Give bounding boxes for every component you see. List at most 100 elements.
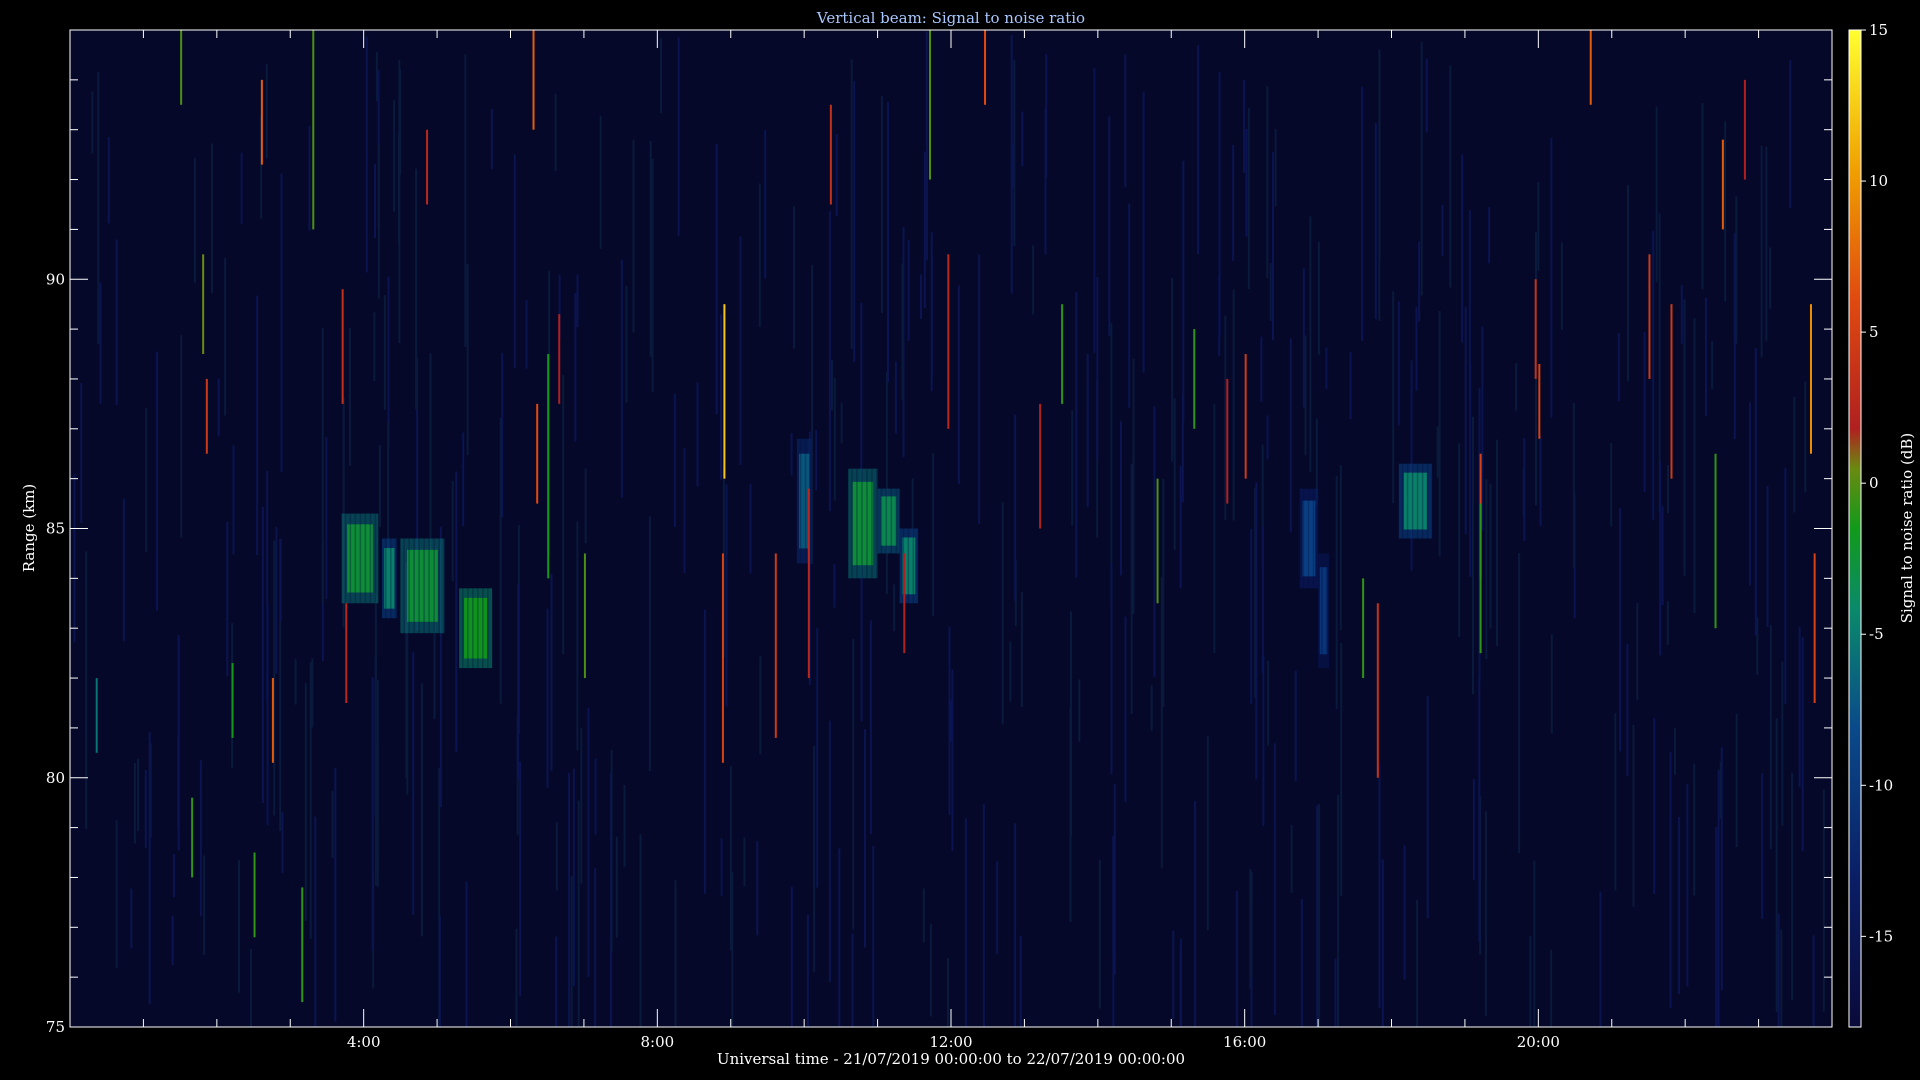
echo-region-gap bbox=[1321, 553, 1323, 669]
x-tick-label: 16:00 bbox=[1223, 1033, 1266, 1051]
snr-streak bbox=[312, 30, 315, 230]
noise-streak bbox=[1626, 643, 1629, 777]
echo-region-gap bbox=[1401, 463, 1404, 539]
noise-streak bbox=[725, 484, 728, 707]
noise-streak bbox=[594, 868, 597, 1027]
noise-streak bbox=[594, 758, 597, 835]
noise-streak bbox=[232, 445, 235, 555]
noise-streak bbox=[1124, 54, 1127, 188]
noise-streak bbox=[1599, 891, 1602, 1027]
echo-region-gap bbox=[1326, 553, 1328, 669]
snr-streak bbox=[301, 887, 304, 1003]
echo-region-gap bbox=[907, 528, 910, 604]
echo-region-gap bbox=[413, 538, 415, 634]
noise-streak bbox=[756, 841, 759, 936]
noise-streak bbox=[193, 157, 196, 283]
snr-streak bbox=[1809, 304, 1812, 454]
noise-streak bbox=[1436, 426, 1439, 478]
noise-streak bbox=[348, 327, 351, 466]
noise-streak bbox=[1469, 363, 1472, 577]
noise-streak bbox=[720, 314, 722, 480]
noise-streak bbox=[1294, 670, 1297, 782]
noise-streak bbox=[1784, 468, 1787, 704]
noise-streak bbox=[1071, 410, 1074, 526]
noise-streak bbox=[1801, 637, 1804, 852]
snr-streak bbox=[1193, 329, 1196, 429]
echo-region-gap bbox=[1302, 488, 1305, 589]
echo-region-core bbox=[852, 481, 874, 566]
snr-streak bbox=[253, 852, 256, 938]
noise-streak bbox=[80, 383, 83, 523]
noise-streak bbox=[1478, 677, 1481, 942]
noise-streak bbox=[1461, 154, 1464, 343]
noise-streak bbox=[1403, 845, 1406, 980]
noise-streak bbox=[331, 790, 334, 858]
noise-streak bbox=[519, 761, 522, 997]
noise-streak bbox=[806, 914, 809, 1027]
snr-streak bbox=[271, 678, 274, 763]
noise-streak bbox=[648, 516, 651, 771]
noise-streak bbox=[1206, 736, 1209, 930]
echo-region bbox=[848, 468, 878, 579]
noise-streak bbox=[145, 408, 148, 552]
echo-region-gap bbox=[428, 538, 430, 634]
colorbar-tick-label: -5 bbox=[1869, 625, 1884, 643]
noise-streak bbox=[1449, 65, 1452, 288]
noise-streak bbox=[525, 300, 528, 369]
noise-streak bbox=[1300, 899, 1303, 1027]
noise-streak bbox=[923, 151, 926, 309]
echo-region-gap bbox=[403, 538, 405, 634]
noise-streak bbox=[1243, 79, 1246, 173]
noise-streak bbox=[831, 360, 833, 411]
noise-streak bbox=[1014, 823, 1017, 1027]
noise-streak bbox=[1247, 107, 1250, 290]
snr-streak bbox=[1813, 553, 1816, 703]
noise-streak bbox=[365, 36, 368, 273]
noise-streak bbox=[515, 928, 518, 1027]
noise-streak bbox=[464, 54, 467, 347]
noise-streak bbox=[1666, 601, 1669, 645]
noise-streak bbox=[1701, 103, 1704, 290]
noise-streak bbox=[1632, 724, 1635, 907]
snr-streak bbox=[721, 553, 724, 763]
noise-streak bbox=[1172, 930, 1175, 1020]
echo-region-gap bbox=[344, 513, 347, 604]
echo-region-gap bbox=[866, 468, 868, 579]
noise-streak bbox=[759, 656, 762, 755]
echo-region-gap bbox=[385, 538, 387, 619]
snr-streak bbox=[180, 30, 183, 105]
echo-region-gap bbox=[408, 538, 410, 634]
noise-streak bbox=[1153, 406, 1156, 677]
noise-streak bbox=[1218, 72, 1221, 337]
noise-streak bbox=[1012, 143, 1015, 188]
noise-streak bbox=[1523, 437, 1526, 541]
y-tick-label: 75 bbox=[46, 1018, 65, 1036]
noise-streak bbox=[265, 63, 268, 159]
x-tick-label: 12:00 bbox=[929, 1033, 972, 1051]
noise-streak bbox=[1812, 935, 1815, 1027]
noise-streak bbox=[574, 292, 577, 442]
noise-streak bbox=[374, 594, 377, 886]
echo-region-gap bbox=[364, 513, 367, 604]
noise-streak bbox=[1318, 804, 1321, 1027]
noise-streak bbox=[374, 164, 376, 238]
noise-streak bbox=[281, 812, 284, 874]
noise-streak bbox=[978, 254, 981, 524]
noise-streak bbox=[466, 263, 469, 456]
echo-region bbox=[1398, 463, 1434, 539]
snr-streak bbox=[1061, 304, 1064, 404]
noise-streak bbox=[311, 658, 314, 728]
noise-streak bbox=[1335, 476, 1338, 709]
noise-streak bbox=[1316, 805, 1319, 1027]
snr-streak bbox=[1538, 363, 1541, 439]
noise-streak bbox=[1769, 625, 1772, 849]
noise-streak bbox=[587, 707, 590, 977]
noise-streak bbox=[1693, 763, 1696, 896]
noise-streak bbox=[947, 958, 949, 1027]
noise-streak bbox=[1550, 634, 1553, 734]
noise-streak bbox=[1325, 347, 1328, 389]
noise-streak bbox=[649, 140, 652, 357]
noise-streak bbox=[864, 729, 866, 948]
noise-streak bbox=[261, 506, 264, 804]
noise-streak bbox=[377, 144, 380, 299]
